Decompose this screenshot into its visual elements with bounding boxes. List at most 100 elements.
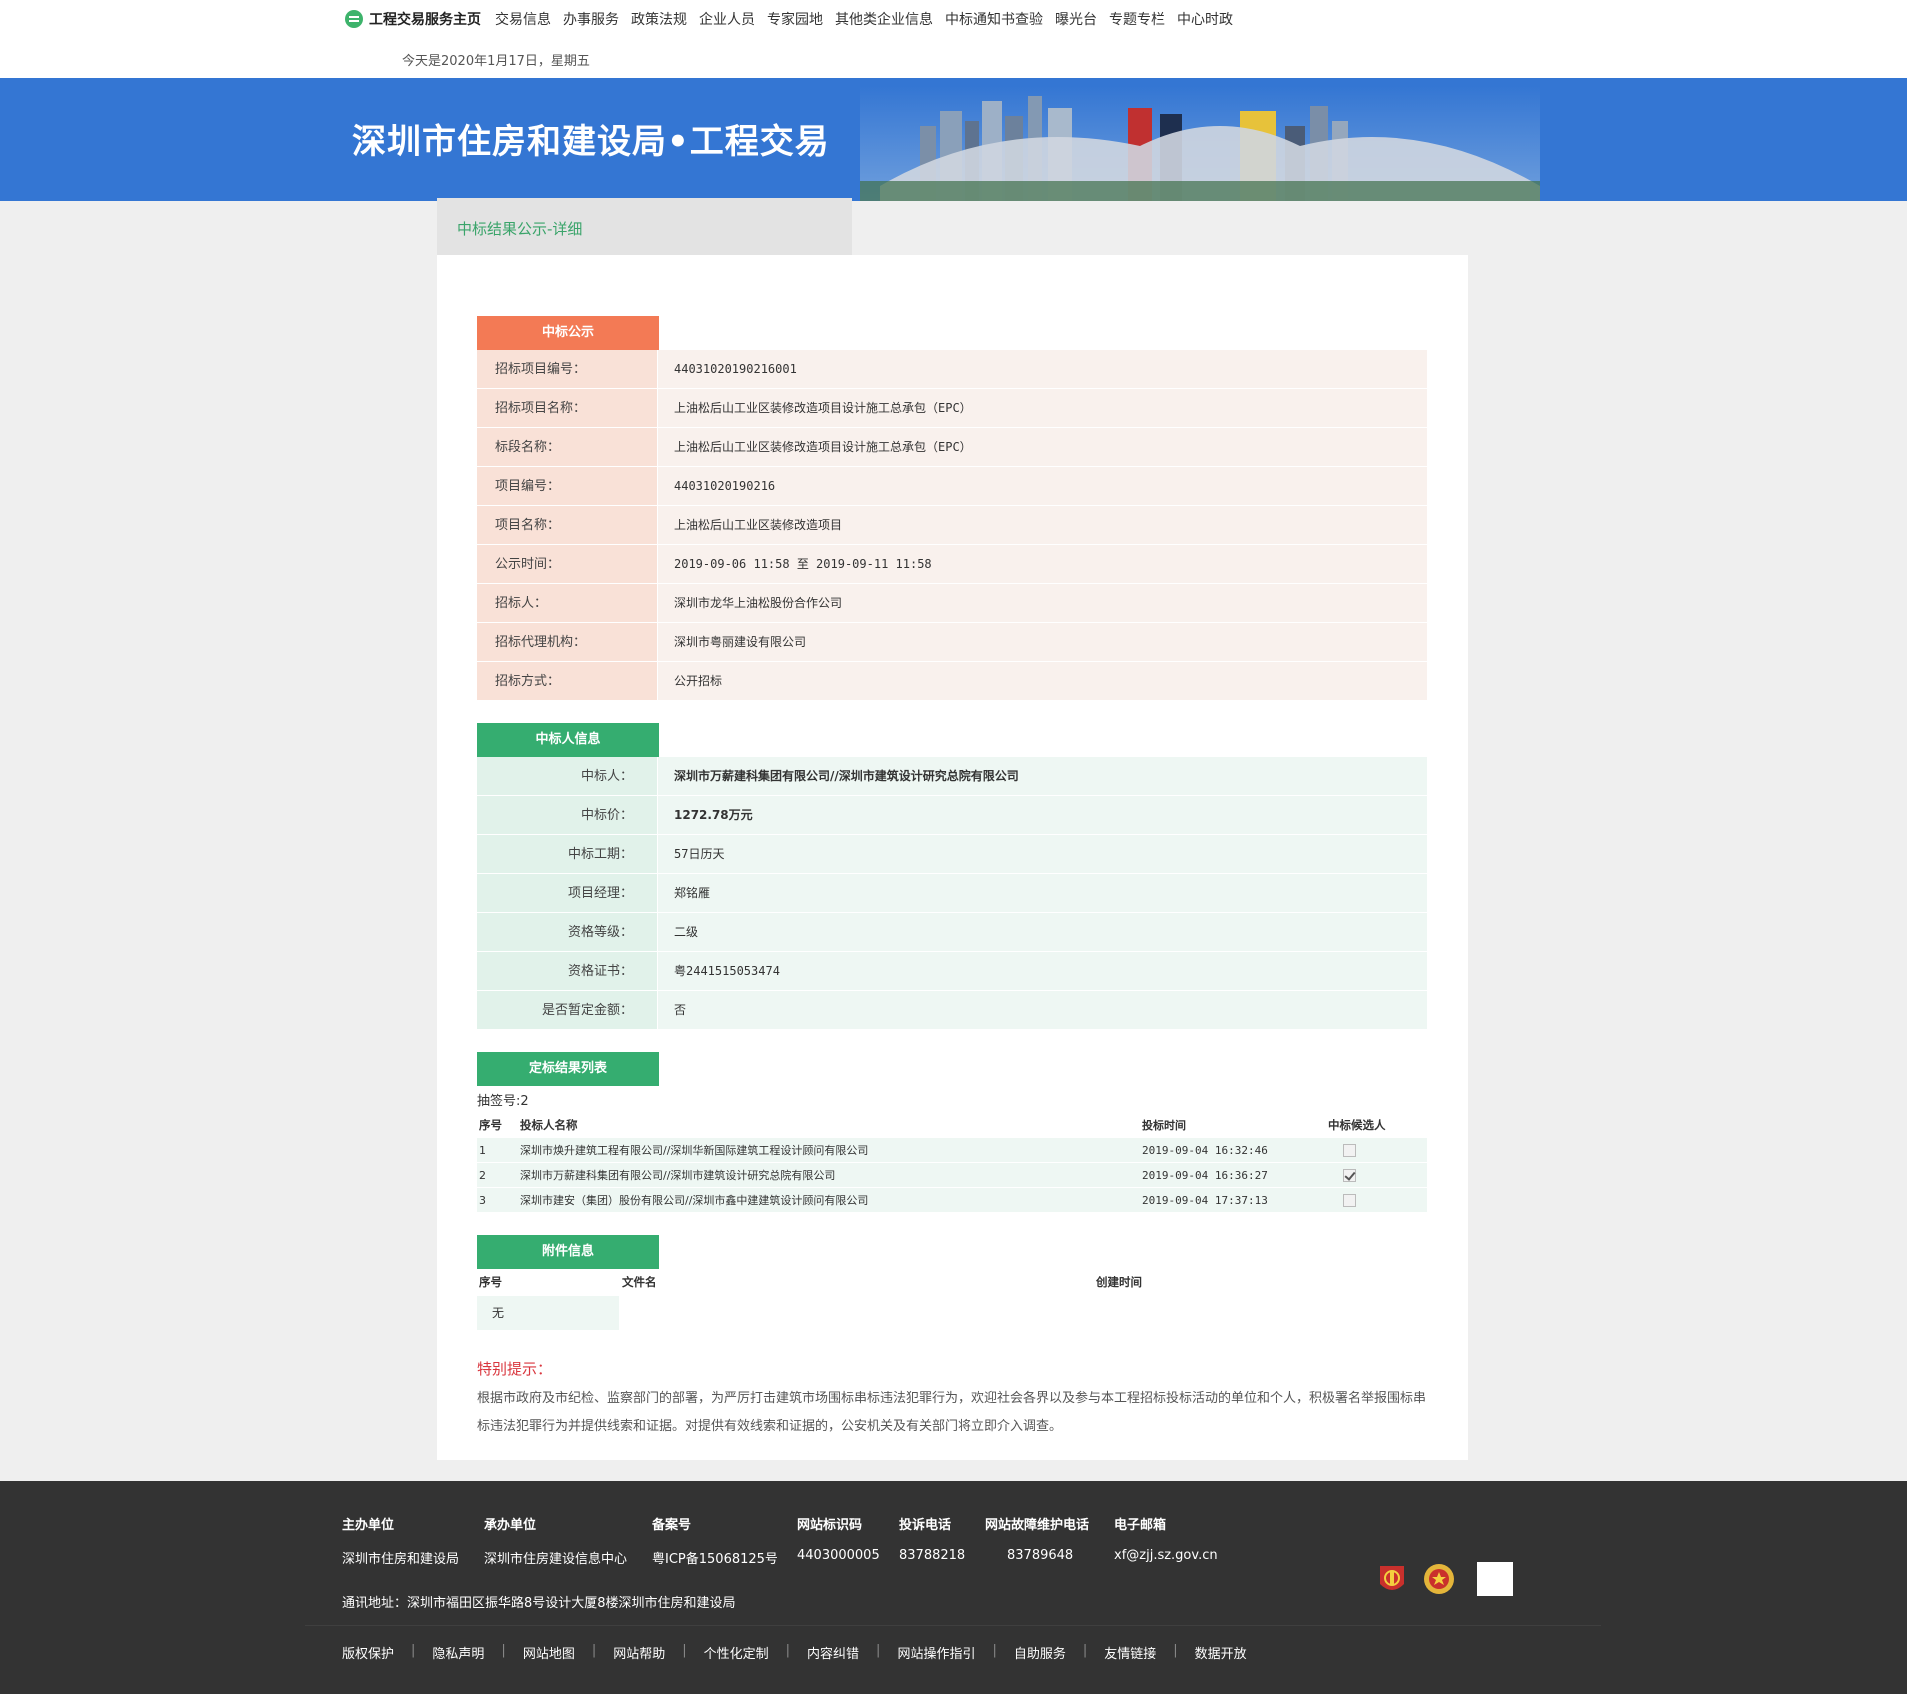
table-row: 标段名称： 上油松后山工业区装修改造项目设计施工总承包（EPC）: [477, 428, 1427, 467]
nav-item-notice-check[interactable]: 中标通知书查验: [945, 9, 1043, 29]
site-title: 深圳市住房和建设局•工程交易: [352, 122, 830, 162]
nav-item-experts[interactable]: 专家园地: [767, 9, 823, 29]
footer-value[interactable]: xf@zjj.sz.gov.cn: [1114, 1548, 1218, 1563]
table-row: 2 深圳市万薪建科集团有限公司//深圳市建筑设计研究总院有限公司 2019-09…: [477, 1163, 1427, 1188]
field-label: 项目经理：: [477, 874, 658, 912]
footer: 主办单位 深圳市住房和建设局 承办单位 深圳市住房建设信息中心 备案号 粤ICP备15…: [0, 1481, 1907, 1694]
footer-link-friends[interactable]: 友情链接: [1104, 1643, 1156, 1662]
footer-site-id: 网站标识码 4403000005: [797, 1514, 880, 1563]
field-label: 招标项目编号：: [477, 350, 658, 388]
tab-label: 中标结果公示-详细: [457, 220, 583, 238]
link-separator: |: [591, 1643, 597, 1658]
footer-value: 深圳市住房和建设局: [342, 1552, 460, 1567]
table-header: 序号 文件名 创建时间: [477, 1268, 1427, 1294]
footer-heading: 投诉电话: [899, 1518, 952, 1533]
field-label: 标段名称：: [477, 428, 658, 466]
footer-value[interactable]: 粤ICP备15068125号: [652, 1548, 778, 1567]
row-bidder: 深圳市焕升建筑工程有限公司//深圳华新国际建筑工程设计顾问有限公司: [520, 1144, 869, 1157]
field-value: 二级: [658, 913, 1427, 951]
candidate-checkbox[interactable]: [1343, 1193, 1356, 1207]
row-bidder: 深圳市万薪建科集团有限公司//深圳市建筑设计研究总院有限公司: [520, 1169, 836, 1182]
row-time: 2019-09-04 16:32:46: [1142, 1143, 1268, 1157]
nav-item-enterprise[interactable]: 企业人员: [699, 9, 755, 29]
field-label: 招标项目名称：: [477, 389, 658, 427]
candidate-checkbox[interactable]: [1343, 1143, 1356, 1157]
date-text: 今天是2020年1月17日，星期五: [402, 54, 590, 69]
nav-item-topics[interactable]: 专题专栏: [1109, 9, 1165, 29]
footer-heading: 网站故障维护电话: [985, 1518, 1090, 1533]
col-header-filename: 文件名: [622, 1275, 657, 1289]
row-bidder: 深圳市建安（集团）股份有限公司//深圳市鑫中建建筑设计顾问有限公司: [520, 1194, 869, 1207]
link-separator: |: [411, 1643, 416, 1658]
footer-divider: [305, 1625, 1601, 1626]
footer-link-guide[interactable]: 网站操作指引: [897, 1643, 975, 1662]
table-row: 3 深圳市建安（集团）股份有限公司//深圳市鑫中建建筑设计顾问有限公司 2019…: [477, 1188, 1427, 1213]
nav-item-news[interactable]: 中心时政: [1177, 9, 1233, 29]
nav-item-exposure[interactable]: 曝光台: [1055, 9, 1097, 29]
tab-result-detail[interactable]: 中标结果公示-详细: [437, 198, 852, 255]
party-emblem-icon[interactable]: [1375, 1562, 1409, 1596]
field-value: 郑铭雁: [658, 874, 1427, 912]
table-row: 是否暂定金额：否: [477, 991, 1427, 1030]
nav-item-policy[interactable]: 政策法规: [631, 9, 687, 29]
qr-code-image[interactable]: [1477, 1562, 1513, 1596]
link-separator: |: [876, 1643, 881, 1658]
footer-heading: 电子邮箱: [1114, 1518, 1167, 1533]
field-value: 2019-09-06 11:58 至 2019-09-11 11:58: [658, 545, 1427, 583]
table-row: 中标工期： 57日历天: [477, 835, 1427, 874]
footer-sponsor: 主办单位 深圳市住房和建设局: [342, 1514, 459, 1567]
table-row: 1 深圳市焕升建筑工程有限公司//深圳华新国际建筑工程设计顾问有限公司 2019…: [477, 1138, 1427, 1163]
footer-link-copyright[interactable]: 版权保护: [342, 1643, 394, 1662]
col-header-candidate: 中标候选人: [1328, 1118, 1386, 1132]
footer-link-customize[interactable]: 个性化定制: [704, 1643, 769, 1662]
field-label: 公示时间：: [477, 545, 658, 583]
row-no: 3: [479, 1193, 486, 1207]
table-row: 招标方式： 公开招标: [477, 662, 1427, 701]
field-value: 深圳市龙华上油松股份合作公司: [658, 584, 1427, 622]
nav-item-services[interactable]: 办事服务: [563, 9, 619, 29]
footer-link-help[interactable]: 网站帮助: [613, 1643, 665, 1662]
table-row: 资格等级： 二级: [477, 913, 1427, 952]
footer-complaint-phone: 投诉电话 83788218: [899, 1514, 965, 1563]
nav-item-trade-info[interactable]: 交易信息: [495, 9, 551, 29]
footer-maintenance-phone: 网站故障维护电话 83789648: [985, 1514, 1089, 1563]
field-value: 57日历天: [658, 835, 1427, 873]
footer-link-self-service[interactable]: 自助服务: [1014, 1643, 1066, 1662]
footer-link-open-data[interactable]: 数据开放: [1195, 1643, 1247, 1662]
row-time: 2019-09-04 17:37:13: [1142, 1193, 1268, 1207]
field-value: 公开招标: [658, 662, 1427, 700]
field-value: 上油松后山工业区装修改造项目设计施工总承包（EPC）: [658, 389, 1427, 427]
police-emblem-icon[interactable]: [1421, 1561, 1457, 1597]
section-header-result-list: 定标结果列表: [477, 1052, 659, 1086]
link-separator: |: [501, 1643, 506, 1658]
section-header-winner-info: 中标人信息: [477, 723, 659, 757]
footer-link-correction[interactable]: 内容纠错: [807, 1643, 859, 1662]
section-header-attachments: 附件信息: [477, 1235, 659, 1269]
candidate-checkbox[interactable]: [1343, 1168, 1356, 1182]
empty-cell: 无: [477, 1296, 619, 1330]
field-label: 招标人：: [477, 584, 658, 622]
banner: 深圳市住房和建设局•工程交易: [0, 78, 1907, 201]
footer-value: 4403000005: [797, 1548, 880, 1563]
table-row: 中标价： 1272.78万元: [477, 796, 1427, 835]
table-row: 资格证书： 粤2441515053474: [477, 952, 1427, 991]
notice-title: 特别提示：: [477, 1360, 553, 1378]
table-row: 项目经理： 郑铭雁: [477, 874, 1427, 913]
field-label: 是否暂定金额：: [477, 991, 658, 1029]
city-skyline-image: [860, 86, 1540, 201]
field-value: 粤2441515053474: [658, 952, 1427, 990]
footer-link-sitemap[interactable]: 网站地图: [523, 1643, 575, 1662]
row-no: 2: [479, 1168, 486, 1182]
main-nav: 工程交易服务主页 交易信息 办事服务 政策法规 企业人员 专家园地 其他类企业信…: [345, 8, 1245, 30]
table-row: 招标项目名称： 上油松后山工业区装修改造项目设计施工总承包（EPC）: [477, 389, 1427, 428]
field-label: 招标方式：: [477, 662, 658, 700]
notice-text: 根据市政府及市纪检、监察部门的部署，为严厉打击建筑市场围标串标违法犯罪行为，欢迎…: [477, 1391, 1427, 1434]
footer-link-privacy[interactable]: 隐私声明: [432, 1643, 484, 1662]
table-header: 序号 投标人名称 投标时间 中标候选人: [477, 1112, 1427, 1138]
top-bar: 工程交易服务主页 交易信息 办事服务 政策法规 企业人员 专家园地 其他类企业信…: [0, 0, 1907, 78]
nav-home-link[interactable]: 工程交易服务主页: [369, 9, 481, 29]
nav-item-other-enterprise[interactable]: 其他类企业信息: [835, 9, 933, 29]
table-row: 招标人： 深圳市龙华上油松股份合作公司: [477, 584, 1427, 623]
field-value: 44031020190216: [658, 467, 1427, 505]
table-row: 招标项目编号： 44031020190216001: [477, 350, 1427, 389]
